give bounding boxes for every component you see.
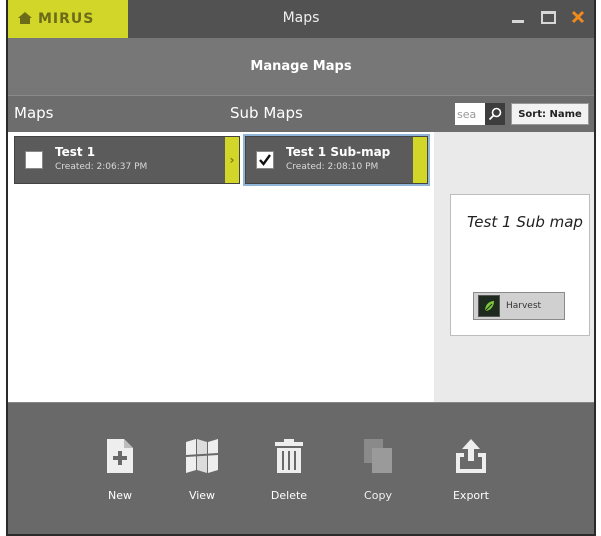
sub-map-list-item[interactable]: Test 1 Sub-map Created: 2:08:10 PM — [243, 134, 430, 186]
sub-maps-column-heading: Sub Maps — [230, 104, 303, 122]
minimize-button[interactable] — [508, 6, 528, 28]
copy-label: Copy — [364, 489, 392, 502]
chevron-right-icon[interactable]: › — [225, 137, 239, 183]
sub-map-accent-tab — [413, 137, 427, 183]
preview-card: Test 1 Sub map Harvest — [450, 194, 590, 336]
harvest-label: Harvest — [506, 301, 542, 311]
maximize-button[interactable] — [538, 6, 558, 28]
preview-title: Test 1 Sub map — [467, 213, 583, 231]
view-label: View — [188, 489, 216, 502]
sort-button[interactable]: Sort: Name — [511, 103, 589, 125]
delete-button[interactable]: Delete — [259, 439, 319, 502]
map-name: Test 1 — [55, 145, 96, 159]
sub-map-name: Test 1 Sub-map — [286, 145, 391, 159]
new-file-icon — [107, 439, 133, 473]
export-icon — [456, 439, 486, 473]
map-icon — [186, 439, 218, 473]
search-box — [455, 103, 505, 125]
trash-icon — [275, 439, 303, 473]
new-label: New — [108, 489, 132, 502]
sub-map-checkbox[interactable] — [256, 151, 274, 169]
new-button[interactable]: New — [90, 439, 150, 502]
checkmark-icon — [259, 154, 271, 166]
title-bar: MIRUS Maps — [8, 0, 594, 39]
bottom-toolbar: New View Delete Copy Export — [8, 402, 594, 534]
export-button[interactable]: Export — [441, 439, 501, 502]
search-button[interactable] — [485, 103, 505, 125]
page-header: Manage Maps — [8, 38, 594, 95]
copy-icon — [364, 439, 392, 473]
search-icon — [488, 107, 502, 121]
harvest-button[interactable]: Harvest — [473, 292, 565, 320]
close-button[interactable] — [568, 6, 588, 28]
map-list-item[interactable]: Test 1 Created: 2:06:37 PM › — [14, 136, 240, 184]
maximize-icon — [540, 10, 556, 24]
sub-map-created: Created: 2:08:10 PM — [286, 162, 379, 172]
delete-label: Delete — [270, 489, 308, 502]
map-checkbox[interactable] — [25, 151, 43, 169]
map-created: Created: 2:06:37 PM — [55, 162, 148, 172]
minimize-icon — [512, 19, 524, 23]
column-header-bar: Maps Sub Maps Sort: Name — [8, 95, 594, 133]
content-area: Test 1 Created: 2:06:37 PM › Test 1 Sub-… — [8, 132, 594, 402]
close-icon — [571, 10, 585, 24]
search-input[interactable] — [455, 107, 485, 121]
copy-button[interactable]: Copy — [348, 439, 408, 502]
app-window: MIRUS Maps Manage Maps Maps Sub Maps sea… — [6, 0, 596, 536]
page-title: Manage Maps — [250, 59, 352, 74]
view-button[interactable]: View — [172, 439, 232, 502]
window-title: Maps — [282, 10, 320, 26]
maps-column-heading: Maps — [14, 104, 54, 122]
export-label: Export — [452, 489, 489, 502]
harvest-leaf-icon — [478, 295, 500, 317]
